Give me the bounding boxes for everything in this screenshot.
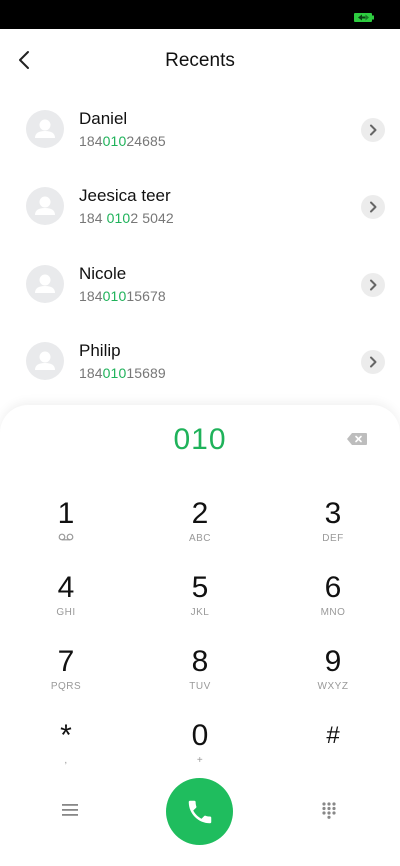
key-letters: GHI xyxy=(56,607,76,618)
contact-name: Nicole xyxy=(79,264,127,283)
contact-number: 18401024685 xyxy=(79,133,166,149)
dial-key-0[interactable]: 0 + xyxy=(140,719,260,783)
dial-key-1[interactable]: 1 xyxy=(6,497,126,561)
call-button[interactable] xyxy=(166,778,233,845)
contact-detail-button[interactable] xyxy=(361,195,385,219)
header: Recents xyxy=(0,30,400,90)
menu-icon xyxy=(62,804,78,816)
key-letters: MNO xyxy=(320,607,346,618)
key-digit: * xyxy=(60,719,72,752)
key-letters: , xyxy=(64,755,68,766)
status-bar xyxy=(0,0,400,29)
key-digit: 9 xyxy=(324,645,342,678)
key-digit: 0 xyxy=(191,719,209,752)
dial-key-5[interactable]: 5 JKL xyxy=(140,571,260,635)
battery-charging-icon xyxy=(354,13,374,22)
dialpad: 010 1 2 ABC 3 DEF 4 GHI 5 JKL 6 MNO 7 PQ… xyxy=(0,405,400,866)
key-digit: 1 xyxy=(57,497,75,530)
recent-call-row[interactable]: Jeesica teer 184 0102 5042 xyxy=(0,167,400,245)
dial-key-7[interactable]: 7 PQRS xyxy=(6,645,126,709)
dial-key-6[interactable]: 6 MNO xyxy=(273,571,393,635)
avatar xyxy=(26,342,64,380)
key-digit: 2 xyxy=(191,497,209,530)
key-digit: 3 xyxy=(324,497,342,530)
chevron-right-icon xyxy=(370,356,377,368)
dial-key-3[interactable]: 3 DEF xyxy=(273,497,393,561)
backspace-icon xyxy=(347,433,367,445)
dial-key-hash[interactable]: # xyxy=(273,719,393,783)
contact-name: Jeesica teer xyxy=(79,186,171,205)
dial-key-8[interactable]: 8 TUV xyxy=(140,645,260,709)
contact-number: 18401015678 xyxy=(79,288,166,304)
contact-name: Daniel xyxy=(79,109,128,128)
dial-key-4[interactable]: 4 GHI xyxy=(6,571,126,635)
avatar xyxy=(26,110,64,148)
person-icon xyxy=(35,351,55,370)
voicemail-icon xyxy=(58,533,74,541)
dial-key-2[interactable]: 2 ABC xyxy=(140,497,260,561)
contact-detail-button[interactable] xyxy=(361,273,385,297)
bottom-action-bar xyxy=(0,405,400,866)
contact-detail-button[interactable] xyxy=(361,118,385,142)
matched-digits: 010 xyxy=(102,288,127,304)
dial-key-star[interactable]: * , xyxy=(6,719,126,783)
phone-icon xyxy=(188,800,211,823)
recent-call-row[interactable]: Daniel 18401024685 xyxy=(0,90,400,168)
key-digit: 6 xyxy=(324,571,342,604)
page-title: Recents xyxy=(165,50,235,71)
keypad-icon xyxy=(322,802,336,819)
key-letters: + xyxy=(196,755,204,766)
key-digit: 5 xyxy=(191,571,209,604)
matched-digits: 010 xyxy=(102,133,127,149)
matched-digits: 010 xyxy=(102,365,127,381)
contact-detail-button[interactable] xyxy=(361,350,385,374)
avatar xyxy=(26,265,64,303)
dialed-number[interactable]: 010 xyxy=(0,423,400,457)
key-letters: TUV xyxy=(189,681,211,692)
keypad-toggle-button[interactable] xyxy=(317,798,341,822)
key-digit: 4 xyxy=(57,571,75,604)
key-letters: DEF xyxy=(322,533,344,544)
menu-button[interactable] xyxy=(58,798,82,822)
dial-key-9[interactable]: 9 WXYZ xyxy=(273,645,393,709)
recent-call-row[interactable]: Philip 18401015689 xyxy=(0,322,400,400)
matched-digits: 010 xyxy=(106,210,131,226)
key-letters: JKL xyxy=(190,607,210,618)
recent-call-row[interactable]: Nicole 18401015678 xyxy=(0,245,400,323)
key-digit: 7 xyxy=(57,645,75,678)
person-icon xyxy=(35,196,55,215)
chevron-right-icon xyxy=(370,201,377,213)
key-digit: # xyxy=(326,722,340,749)
key-letters: WXYZ xyxy=(317,681,349,692)
contact-name: Philip xyxy=(79,341,121,360)
person-icon xyxy=(35,119,55,138)
key-digit: 8 xyxy=(191,645,209,678)
chevron-right-icon xyxy=(370,279,377,291)
key-letters: PQRS xyxy=(50,681,82,692)
contact-number: 18401015689 xyxy=(79,365,166,381)
contact-number: 184 0102 5042 xyxy=(79,210,174,226)
person-icon xyxy=(35,274,55,293)
chevron-right-icon xyxy=(370,124,377,136)
backspace-button[interactable] xyxy=(344,431,370,447)
avatar xyxy=(26,187,64,225)
key-letters: ABC xyxy=(188,533,212,544)
